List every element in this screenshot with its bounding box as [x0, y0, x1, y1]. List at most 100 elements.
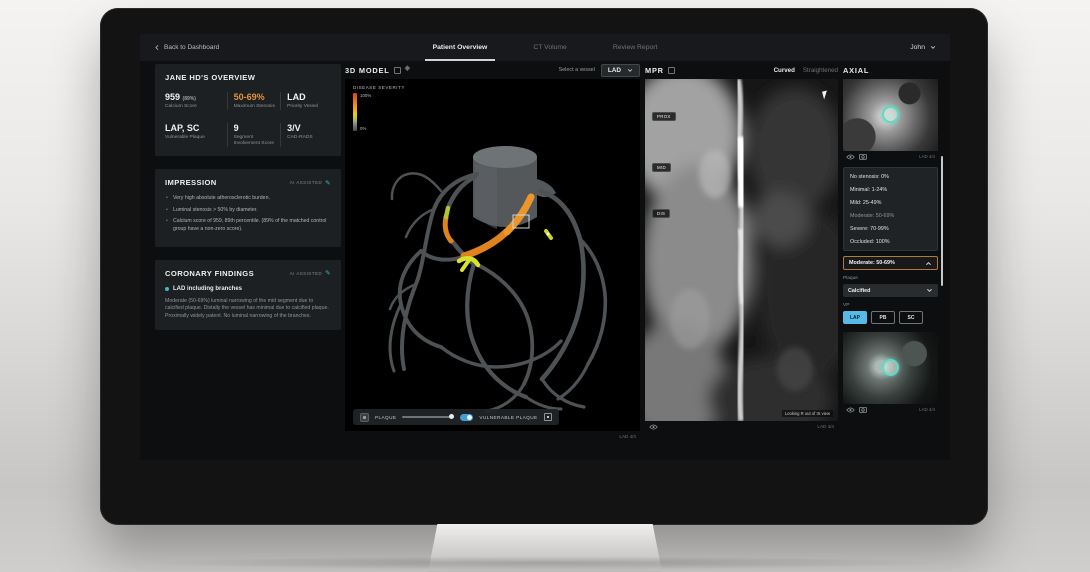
model-3d-title: 3D MODEL [345, 66, 390, 75]
vessel-bullet-dot [165, 287, 169, 291]
model-3d-panel: 3D MODEL Select a vessel LAD [345, 61, 640, 442]
coronary-findings-card: CORONARY FINDINGS AI ASSISTED ✎ LAD incl… [155, 260, 341, 330]
vulnerable-plaque-label: VULNERABLE PLAQUE [479, 415, 537, 420]
stenosis-option[interactable]: No stenosis: 0% [844, 170, 937, 183]
stenosis-select-field[interactable]: Moderate: 50-69% [843, 256, 938, 270]
segment-marker-mid[interactable]: MID [652, 163, 671, 172]
vessel-select-dropdown[interactable]: LAD [601, 64, 640, 77]
coronary-tree-3d [345, 79, 640, 431]
stenosis-option[interactable]: Minimal: 1-24% [844, 183, 937, 196]
plaque-label: PLAQUE [375, 415, 396, 420]
tab-ct-volume[interactable]: CT Volume [533, 34, 567, 61]
finding-vessel-label: LAD including branches [173, 286, 242, 292]
impression-bullets: Very high absolute atherosclerotic burde… [165, 195, 331, 233]
segment-marker-prox[interactable]: PROX [652, 112, 676, 121]
axial-scrollbar[interactable] [941, 156, 943, 286]
stenosis-option[interactable]: Severe: 70-99% [844, 222, 937, 235]
stenosis-option[interactable]: Moderate: 50-69% [844, 209, 937, 222]
eye-icon[interactable] [846, 407, 855, 413]
slider-knob[interactable] [449, 414, 454, 419]
monitor-bezel: Back to Dashboard Patient Overview CT Vo… [100, 8, 988, 525]
axial-panel: AXIAL LAD 4/4 No stenosis: 0% Minimal: 1… [843, 61, 938, 415]
plaque-opacity-slider[interactable] [402, 416, 454, 418]
mode-straightened[interactable]: Straightened [803, 67, 838, 74]
segment-involvement-value: 9 [234, 123, 277, 133]
vp-button-lap[interactable]: LAP [843, 311, 867, 324]
camera-icon[interactable] [859, 153, 867, 160]
edit-pencil-icon[interactable]: ✎ [325, 179, 331, 187]
chevron-up-icon [925, 261, 932, 266]
stat-vulnerable-plaque: LAP, SC Vulnerable Plaque [165, 123, 227, 147]
legend-min-label: 0% [360, 126, 371, 131]
impression-bullet: Calcium score of 959, 89th percentile. (… [165, 218, 331, 233]
axial-top-label: LAD 4/4 [919, 154, 935, 159]
axial-bottom-label: LAD 4/4 [919, 407, 935, 412]
calcium-score-label: Calcium Score [165, 104, 223, 110]
vulnerable-plaque-label: Vulnerable Plaque [165, 135, 223, 141]
top-navbar: Back to Dashboard Patient Overview CT Vo… [140, 34, 950, 61]
vulnerable-plaque-value: LAP, SC [165, 123, 223, 133]
finding-body-text: Moderate (50-69%) luminal narrowing of t… [165, 298, 331, 321]
cad-rads-value: 3/V [287, 123, 327, 133]
plaque-visibility-toggle[interactable] [360, 413, 369, 422]
finding-vessel-row[interactable]: LAD including branches [165, 286, 331, 292]
mpr-viewport[interactable]: PROX MID DIS Looking R out of IS view [645, 79, 838, 421]
tab-review-report[interactable]: Review Report [613, 34, 658, 61]
summary-sidebar: JANE HD'S OVERVIEW 959 (89%) Calcium Sco… [155, 64, 341, 330]
impression-ai-tag: AI ASSISTED ✎ [290, 179, 331, 187]
vp-field-label: VP [843, 303, 938, 308]
stenosis-options-list: No stenosis: 0% Minimal: 1-24% Mild: 25-… [843, 167, 938, 251]
vulnerable-plaque-toggle[interactable] [460, 414, 473, 421]
vp-button-sc[interactable]: SC [899, 311, 923, 324]
axial-thumbnail-bottom[interactable] [843, 332, 938, 404]
stenosis-option[interactable]: Occluded: 100% [844, 235, 937, 248]
segment-involvement-label: Segment Involvement Score [234, 135, 277, 147]
model-3d-viewport[interactable]: DISEASE SEVERITY 100% 0% PLAQUE [345, 79, 640, 431]
tab-patient-overview[interactable]: Patient Overview [433, 34, 488, 61]
model-reset-view-icon[interactable] [405, 67, 412, 74]
model-settings-icon[interactable] [394, 67, 401, 74]
main-content: JANE HD'S OVERVIEW 959 (89%) Calcium Sco… [140, 61, 950, 460]
mpr-settings-icon[interactable] [668, 67, 675, 74]
stat-calcium-score: 959 (89%) Calcium Score [165, 92, 227, 110]
mode-curved[interactable]: Curved [774, 67, 795, 74]
chevron-down-icon [926, 288, 933, 293]
maximum-stenosis-label: Maximum Stenosis [234, 104, 277, 110]
priority-vessel-label: Priority Vessel [287, 104, 327, 110]
stat-priority-vessel: LAD Priority Vessel [280, 92, 331, 110]
overview-title: JANE HD'S OVERVIEW [165, 73, 331, 82]
axial-thumbnail-top[interactable] [843, 79, 938, 151]
vp-button-pb[interactable]: PB [871, 311, 895, 324]
mpr-mode-switch: Curved Straightened [774, 67, 838, 74]
maximum-stenosis-value: 50-69% [234, 92, 277, 102]
edit-pencil-icon[interactable]: ✎ [325, 269, 331, 277]
axial-bottom-toolbar: LAD 4/4 [843, 404, 938, 415]
ai-assisted-label: AI ASSISTED [290, 180, 322, 185]
calcium-score-percentile: (89%) [183, 96, 196, 102]
user-menu[interactable]: John [910, 44, 936, 51]
chevron-left-icon [154, 44, 160, 51]
chevron-down-icon [930, 45, 936, 50]
eye-icon[interactable] [846, 154, 855, 160]
back-label: Back to Dashboard [164, 44, 219, 51]
axial-top-toolbar: LAD 4/4 [843, 151, 938, 162]
plaque-type-dropdown[interactable]: Calcified [843, 284, 938, 297]
calcium-score-value: 959 [165, 92, 180, 102]
mpr-title: MPR [645, 66, 664, 75]
plaque-type-value: Calcified [848, 288, 870, 294]
back-to-dashboard-button[interactable]: Back to Dashboard [154, 44, 219, 51]
mpr-panel: MPR Curved Straightened [645, 61, 838, 432]
stat-segment-involvement: 9 Segment Involvement Score [227, 123, 281, 147]
stenosis-option[interactable]: Mild: 25-49% [844, 196, 937, 209]
cad-rads-label: CAD-RADS [287, 135, 327, 141]
model-footer-label: LAD 4/4 [619, 434, 636, 439]
camera-icon[interactable] [859, 406, 867, 413]
segment-marker-dis[interactable]: DIS [652, 209, 670, 218]
vessel-contour-ring [882, 106, 899, 123]
stenosis-selected-value: Moderate: 50-69% [849, 260, 895, 266]
vessel-contour-ring [882, 359, 899, 376]
app-screen: Back to Dashboard Patient Overview CT Vo… [140, 34, 950, 460]
ai-assisted-label: AI ASSISTED [290, 271, 322, 276]
eye-icon[interactable] [649, 424, 658, 430]
vulnerable-plaque-legend-button[interactable] [544, 413, 552, 421]
